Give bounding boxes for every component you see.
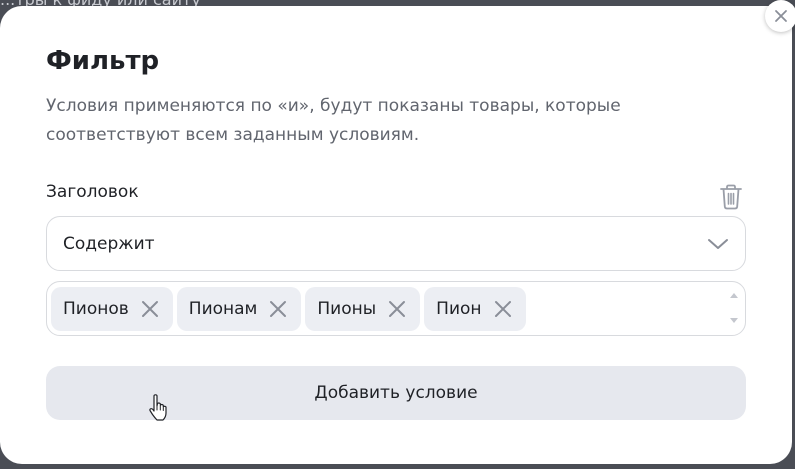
close-icon — [775, 10, 787, 22]
tag-chip: Пионов — [51, 286, 173, 331]
caret-down-icon — [730, 318, 738, 323]
condition-select[interactable]: Содержит — [46, 216, 746, 271]
tag-chip: Пионы — [305, 286, 421, 331]
close-icon — [141, 300, 158, 317]
field-label: Заголовок — [46, 182, 139, 202]
keywords-input[interactable]: Пионов Пионам Пионы Пион — [46, 281, 746, 336]
modal-title: Фильтр — [46, 46, 160, 76]
caret-up-icon — [730, 293, 738, 298]
close-icon — [494, 300, 511, 317]
tag-chip: Пион — [424, 286, 526, 331]
condition-select-value: Содержит — [63, 233, 155, 254]
remove-tag-button[interactable] — [139, 298, 161, 320]
hand-pointer-icon — [149, 394, 167, 421]
tag-label: Пионов — [63, 298, 129, 319]
tag-label: Пионы — [317, 298, 377, 319]
remove-tag-button[interactable] — [492, 298, 514, 320]
tag-label: Пионам — [188, 298, 258, 319]
tag-label: Пион — [436, 298, 482, 319]
close-icon — [389, 300, 406, 317]
close-button[interactable] — [765, 0, 795, 32]
trash-icon — [720, 184, 742, 210]
close-icon — [270, 300, 287, 317]
scroll-spinner[interactable] — [729, 292, 739, 324]
remove-tag-button[interactable] — [267, 298, 289, 320]
modal-description: Условия применяются по «и», будут показа… — [46, 96, 621, 145]
tag-chip: Пионам — [176, 286, 302, 331]
filter-modal: Фильтр Условия применяются по «и», будут… — [0, 0, 795, 464]
remove-tag-button[interactable] — [386, 298, 408, 320]
chevron-down-icon — [708, 238, 728, 249]
delete-condition-button[interactable] — [717, 182, 745, 212]
